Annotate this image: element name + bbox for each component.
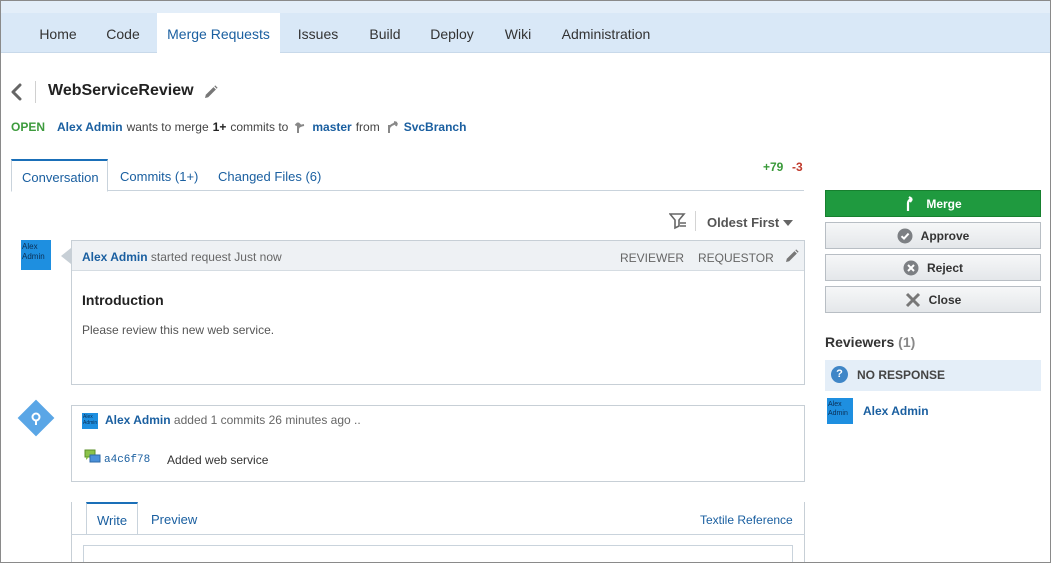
filter-icon[interactable] — [669, 212, 687, 230]
question-icon: ? — [831, 366, 848, 383]
role-reviewer-label: REVIEWER — [620, 251, 685, 265]
nav-merge-requests[interactable]: Merge Requests — [157, 13, 280, 54]
target-branch-link[interactable]: master — [312, 120, 351, 134]
commit-message: Added web service — [167, 453, 269, 467]
branch-icon — [295, 122, 305, 133]
comment-textarea[interactable] — [83, 545, 793, 562]
reviewers-heading: Reviewers (1) — [825, 334, 915, 350]
source-branch-link[interactable]: SvcBranch — [404, 120, 467, 134]
nav-home[interactable]: Home — [26, 13, 90, 53]
source-branch-icon — [387, 121, 398, 133]
wants-text: wants to merge — [126, 120, 209, 134]
reviewers-count: (1) — [898, 334, 916, 350]
close-icon — [905, 292, 920, 307]
avatar-text-line-2: Admin — [828, 410, 848, 417]
avatar-text-line-2: Admin — [83, 420, 98, 426]
back-chevron-icon[interactable] — [9, 83, 25, 101]
avatar-text-line-1: Alex — [828, 401, 842, 408]
editor-tabs: Write Preview — [71, 502, 805, 535]
tab-conversation[interactable]: Conversation — [11, 159, 108, 192]
commit-hash-link[interactable]: a4c6f78 — [104, 454, 150, 466]
pencil-icon[interactable] — [784, 248, 800, 264]
comment-author-link[interactable]: Alex Admin — [82, 250, 148, 264]
nav-code[interactable]: Code — [95, 13, 151, 53]
title-divider — [35, 81, 36, 103]
top-stripe — [1, 1, 1050, 13]
comment-pointer — [61, 248, 71, 264]
editor-tabs-divider — [71, 534, 805, 535]
from-text: from — [355, 120, 380, 134]
page-title: WebServiceReview — [48, 82, 194, 99]
commit-event-card: Alex Admin Alex Admin added 1 commits 26… — [71, 405, 805, 482]
avatar-text-line-2: Admin — [22, 252, 45, 261]
pin-icon — [31, 412, 41, 425]
request-tabs: Conversation Commits (1+) Changed Files … — [11, 159, 804, 192]
tab-changed-files[interactable]: Changed Files (6) — [208, 159, 331, 191]
pencil-icon[interactable] — [202, 84, 219, 101]
merge-button[interactable]: Merge — [825, 190, 1041, 217]
comment-card: Alex Admin started request Just now REVI… — [71, 240, 805, 385]
merge-summary: OPEN Alex Admin wants to merge 1+ commit… — [11, 120, 466, 134]
reviewer-name-link[interactable]: Alex Admin — [863, 404, 929, 418]
lines-added: +79 — [763, 160, 784, 174]
check-circle-icon — [897, 228, 913, 243]
tab-preview[interactable]: Preview — [141, 502, 207, 534]
author-link[interactable]: Alex Admin — [57, 120, 123, 134]
sort-dropdown[interactable]: Oldest First — [707, 215, 779, 230]
comment-body: Please review this new web service. — [82, 323, 275, 337]
app-window: Home Code Merge Requests Issues Build De… — [0, 0, 1051, 563]
merge-button-label: Merge — [926, 196, 962, 211]
commits-to-text: commits to — [230, 120, 289, 134]
lines-removed: -3 — [792, 160, 803, 174]
avatar-text-line-1: Alex — [22, 242, 38, 251]
merge-icon — [907, 195, 914, 211]
nav-build[interactable]: Build — [357, 13, 413, 53]
no-response-group: ? NO RESPONSE — [825, 360, 1041, 391]
commit-byline: Alex Admin added 1 commits 26 minutes ag… — [105, 413, 361, 427]
nav-wiki[interactable]: Wiki — [494, 13, 542, 53]
avatar: Alex Admin — [827, 398, 853, 424]
textile-reference-link[interactable]: Textile Reference — [700, 513, 793, 527]
x-circle-icon — [903, 260, 919, 275]
comment-action: started request Just now — [150, 250, 282, 264]
main-nav: Home Code Merge Requests Issues Build De… — [1, 13, 1050, 54]
close-button-label: Close — [928, 292, 962, 307]
comment-byline: Alex Admin started request Just now — [82, 250, 282, 264]
nav-administration[interactable]: Administration — [553, 13, 659, 53]
avatar: Alex Admin — [82, 413, 98, 429]
approve-button[interactable]: Approve — [825, 222, 1041, 249]
status-badge: OPEN — [11, 120, 46, 134]
commit-action: added 1 commits 26 minutes ago .. — [173, 413, 361, 427]
reject-button[interactable]: Reject — [825, 254, 1041, 281]
reviewers-title-text: Reviewers — [825, 334, 895, 350]
chevron-down-icon[interactable] — [783, 220, 793, 226]
comment-header: Alex Admin started request Just now REVI… — [72, 241, 804, 271]
comment-heading: Introduction — [82, 292, 164, 308]
role-requestor-label: REQUESTOR — [698, 251, 774, 265]
commit-author-link[interactable]: Alex Admin — [105, 413, 171, 427]
nav-issues[interactable]: Issues — [287, 13, 349, 53]
no-response-label: NO RESPONSE — [857, 368, 946, 382]
tab-commits[interactable]: Commits (1+) — [110, 159, 208, 191]
reject-button-label: Reject — [926, 260, 964, 275]
avatar: Alex Admin — [21, 240, 51, 270]
commit-count: 1+ — [212, 120, 227, 134]
nav-deploy[interactable]: Deploy — [421, 13, 483, 53]
tab-write[interactable]: Write — [86, 502, 139, 535]
commit-comment-icon — [84, 449, 101, 463]
sort-divider — [695, 211, 696, 231]
approve-button-label: Approve — [920, 228, 970, 243]
close-button[interactable]: Close — [825, 286, 1041, 313]
